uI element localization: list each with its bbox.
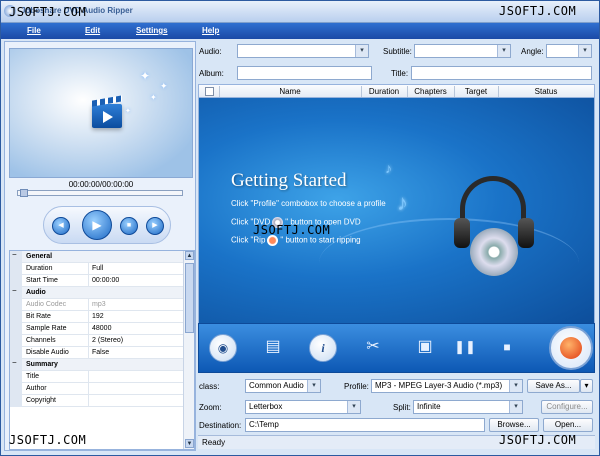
seek-thumb[interactable]	[20, 189, 28, 197]
property-group-general[interactable]: General	[10, 251, 184, 263]
rip-button[interactable]	[549, 326, 593, 370]
property-row[interactable]: Duration Full	[10, 263, 184, 275]
zoom-label: Zoom:	[199, 403, 222, 412]
stop-button[interactable]: ■	[120, 217, 138, 235]
scroll-down-icon[interactable]: ▼	[185, 439, 194, 448]
property-row[interactable]: Sample Rate 48000	[10, 323, 184, 335]
watermark: JSOFTJ.COM	[9, 5, 87, 19]
column-duration[interactable]: Duration	[361, 87, 407, 96]
column-chapters[interactable]: Chapters	[407, 87, 454, 96]
main-window: Joboshare DVD Audio Ripper JSOFTJ.COM JS…	[0, 0, 600, 456]
info-button[interactable]: i	[309, 334, 337, 362]
property-row[interactable]: Author	[10, 383, 184, 395]
menu-file[interactable]: File	[27, 26, 41, 35]
getting-started-heading: Getting Started	[231, 170, 347, 191]
decorative-swirl	[319, 218, 579, 308]
configure-button[interactable]: Configure...	[541, 400, 593, 414]
angle-label: Angle:	[521, 47, 544, 56]
profile-select[interactable]: MP3 - MPEG Layer-3 Audio (*.mp3)	[371, 379, 523, 393]
property-group-audio[interactable]: Audio	[10, 286, 184, 299]
watermark: JSOFTJ.COM	[9, 433, 87, 447]
album-label: Album:	[199, 69, 224, 78]
property-row[interactable]: Start Time 00:00:00	[10, 275, 184, 287]
column-target[interactable]: Target	[454, 87, 498, 96]
property-row[interactable]: Audio Codec mp3	[10, 299, 184, 311]
pause-button[interactable]: ❚❚	[451, 334, 479, 362]
instruction-profile: Click "Profile" combobox to choose a pro…	[231, 199, 386, 208]
property-row[interactable]: Channels 2 (Stereo)	[10, 335, 184, 347]
select-all-checkbox[interactable]	[205, 87, 214, 96]
title-input[interactable]	[411, 66, 592, 80]
play-button[interactable]: ▶	[82, 210, 112, 240]
angle-select[interactable]	[546, 44, 592, 58]
audio-label: Audio:	[199, 47, 222, 56]
browse-button[interactable]: Browse...	[489, 418, 539, 432]
property-row[interactable]: Copyright	[10, 395, 184, 407]
main-toolbar: ◉ ▤ i ✂ ▣ ❚❚ ■	[198, 323, 595, 373]
timecode: 00:00:00/00:00:00	[68, 180, 134, 189]
menu-bar: File Edit Settings Help	[1, 23, 599, 39]
menu-settings[interactable]: Settings	[136, 26, 168, 35]
column-name[interactable]: Name	[219, 87, 361, 96]
watermark: JSOFTJ.COM	[499, 4, 577, 18]
music-note-icon: ♪	[397, 190, 408, 215]
left-panel: ✦ ✦ ✦ ✦ 00:00:00/00:00:00 ◀ ▶ ■ ▶ Genera…	[4, 41, 196, 451]
album-input[interactable]	[237, 66, 372, 80]
save-as-dropdown-button[interactable]: ▾	[580, 379, 593, 393]
open-dvd-button[interactable]: ◉	[209, 334, 237, 362]
destination-label: Destination:	[199, 421, 242, 430]
sparkle-icon: ✦	[150, 93, 157, 102]
menu-help[interactable]: Help	[202, 26, 219, 35]
seek-bar[interactable]	[17, 189, 183, 197]
property-row[interactable]: Title	[10, 371, 184, 383]
watermark: JSOFTJ.COM	[253, 223, 331, 237]
music-note-icon: ♪	[385, 160, 392, 176]
sparkle-icon: ✦	[140, 69, 151, 83]
previous-button[interactable]: ◀	[52, 217, 70, 235]
stop-rip-button[interactable]: ■	[493, 334, 521, 362]
menu-edit[interactable]: Edit	[85, 26, 100, 35]
audio-select[interactable]	[237, 44, 369, 58]
subtitle-label: Subtitle:	[383, 47, 412, 56]
property-scrollbar[interactable]: ▲ ▼	[183, 251, 194, 449]
watermark: JSOFTJ.COM	[499, 433, 577, 447]
profile-label: Profile:	[344, 382, 369, 391]
destination-input[interactable]: C:\Temp	[245, 418, 485, 432]
property-grid: General DurationFull Start Time00:00:00 …	[9, 250, 195, 450]
scroll-up-icon[interactable]: ▲	[185, 251, 194, 260]
headphones-icon	[454, 176, 534, 276]
scroll-thumb[interactable]	[185, 263, 194, 333]
zoom-select[interactable]: Letterbox	[245, 400, 361, 414]
property-row[interactable]: Disable Audio False	[10, 347, 184, 359]
player-controls: ◀ ▶ ■ ▶	[43, 206, 171, 244]
video-preview: ✦ ✦ ✦ ✦	[9, 48, 193, 178]
open-folder-button[interactable]: ▤	[259, 334, 287, 362]
open-button[interactable]: Open...	[543, 418, 593, 432]
property-group-summary[interactable]: Summary	[10, 358, 184, 371]
getting-started-panel: ♪ ♪ Getting Started Click "Profile" comb…	[198, 98, 595, 323]
class-select[interactable]: Common Audio	[245, 379, 321, 393]
split-select[interactable]: Infinite	[413, 400, 523, 414]
next-button[interactable]: ▶	[146, 217, 164, 235]
snapshot-button[interactable]: ▣	[411, 334, 439, 362]
sparkle-icon: ✦	[160, 81, 168, 91]
column-status[interactable]: Status	[498, 87, 594, 96]
split-label: Split:	[393, 403, 411, 412]
property-row[interactable]: Bit Rate 192	[10, 311, 184, 323]
sparkle-icon: ✦	[125, 108, 131, 115]
title-list-header: Name Duration Chapters Target Status	[198, 84, 595, 98]
save-as-button[interactable]: Save As...	[527, 379, 580, 393]
clip-button[interactable]: ✂	[359, 334, 387, 362]
title-label: Title:	[391, 69, 409, 78]
clapperboard-icon	[92, 104, 122, 128]
class-label: class:	[199, 382, 220, 391]
subtitle-select[interactable]	[414, 44, 511, 58]
